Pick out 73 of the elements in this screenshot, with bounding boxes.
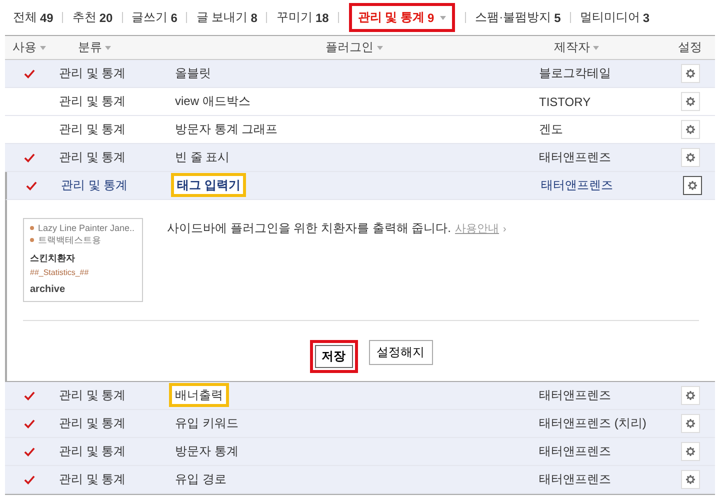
category-tab[interactable]: 추천 20 — [69, 4, 116, 31]
category-tab[interactable]: 멀티미디어 3 — [576, 4, 653, 31]
author-text: 태터앤프렌즈 — [539, 388, 611, 402]
category-text: 관리 및 통계 — [59, 122, 126, 136]
plugin-name: 배너출력 — [169, 383, 229, 407]
author-text: 태터앤프렌즈 (치리) — [539, 416, 646, 430]
author-text: 태터앤프렌즈 — [539, 444, 611, 458]
gear-icon — [686, 447, 694, 456]
preview-title: archive — [30, 284, 66, 295]
preview-heading: 스킨치환자 — [30, 252, 76, 265]
author-text: 태터앤프렌즈 — [539, 472, 611, 486]
category-tab[interactable]: 스팸·불펌방지 5 — [472, 4, 564, 31]
author-text: 태터앤프렌즈 — [539, 150, 611, 164]
plugin-row[interactable]: 관리 및 통계 빈 줄 표시 태터앤프렌즈 — [5, 144, 715, 172]
category-text: 관리 및 통계 — [59, 94, 126, 108]
column-header[interactable]: 사용 — [12, 39, 46, 56]
plugin-name: 방문자 통계 그래프 — [174, 121, 279, 138]
gear-icon — [686, 69, 694, 78]
author-text: 태터앤프렌즈 — [541, 178, 613, 192]
plugin-name: 유입 경로 — [174, 471, 228, 488]
plugin-description: 사이드바에 플러그인을 위한 치환자를 출력해 줍니다. — [167, 220, 452, 237]
column-header[interactable]: 플러그인 — [326, 39, 382, 56]
sort-icon — [376, 46, 382, 50]
sort-icon — [105, 46, 111, 50]
plugin-name: 빈 줄 표시 — [174, 149, 231, 166]
category-text: 관리 및 통계 — [59, 150, 126, 164]
category-text: 관리 및 통계 — [59, 416, 126, 430]
category-tab[interactable]: 전체 49 — [10, 4, 56, 31]
action-button[interactable]: 설정해지 — [368, 340, 432, 365]
author-text: TISTORY — [539, 94, 591, 108]
gear-icon — [686, 153, 694, 162]
category-text: 관리 및 통계 — [59, 388, 126, 402]
action-button[interactable]: 저장 — [310, 340, 358, 373]
category-text: 관리 및 통계 — [59, 444, 126, 458]
plugin-name: view 애드박스 — [174, 93, 252, 110]
plugin-row[interactable]: 관리 및 통계 올블릿 블로그칵테일 — [5, 60, 715, 88]
plugin-row[interactable]: 관리 및 통계 배너출력 태터앤프렌즈 — [5, 382, 715, 410]
arrow-icon: › — [503, 224, 506, 235]
gear-icon — [686, 97, 694, 106]
settings-button[interactable] — [682, 176, 702, 195]
bullet-icon — [30, 238, 34, 242]
gear-icon — [686, 419, 694, 428]
author-text: 블로그칵테일 — [539, 66, 611, 80]
category-text: 관리 및 통계 — [61, 178, 128, 192]
category-tab[interactable]: 꾸미기 18 — [273, 4, 332, 31]
gear-icon — [686, 391, 694, 400]
column-header[interactable]: 분류 — [78, 39, 111, 56]
plugin-name: 유입 키워드 — [174, 415, 240, 432]
plugin-name: 올블릿 — [174, 65, 212, 82]
bullet-icon — [30, 226, 34, 230]
sort-icon — [40, 46, 46, 50]
plugin-name: 방문자 통계 — [174, 443, 240, 460]
plugin-name: 태그 입력기 — [171, 173, 246, 197]
category-text: 관리 및 통계 — [59, 66, 126, 80]
gear-icon — [688, 181, 696, 190]
plugin-row[interactable]: 관리 및 통계 태그 입력기 태터앤프렌즈 — [5, 172, 715, 200]
column-header[interactable]: 제작자 — [554, 39, 599, 56]
preview-text: Lazy Line Painter Jane.. — [38, 222, 135, 234]
category-tab[interactable]: 글 보내기 8 — [193, 4, 260, 31]
gear-icon — [686, 125, 694, 134]
category-tab[interactable]: 글쓰기 6 — [128, 4, 180, 31]
category-text: 관리 및 통계 — [59, 472, 126, 486]
author-text: 겐도 — [539, 122, 563, 136]
plugin-row[interactable]: 관리 및 통계 유입 경로 태터앤프렌즈 — [5, 466, 715, 494]
category-tab[interactable]: 관리 및 통계 9 — [348, 3, 456, 32]
sort-icon — [593, 46, 599, 50]
caret-icon — [440, 16, 446, 20]
plugin-row[interactable]: 관리 및 통계 유입 키워드 태터앤프렌즈 (치리) — [5, 410, 715, 438]
plugin-row[interactable]: 관리 및 통계 방문자 통계 태터앤프렌즈 — [5, 438, 715, 466]
gear-icon — [686, 475, 694, 484]
preview-code: ##_Statistics_## — [30, 268, 90, 277]
preview-text: 트랙백테스트용 — [38, 234, 101, 246]
column-header[interactable]: 설정 — [678, 39, 702, 56]
